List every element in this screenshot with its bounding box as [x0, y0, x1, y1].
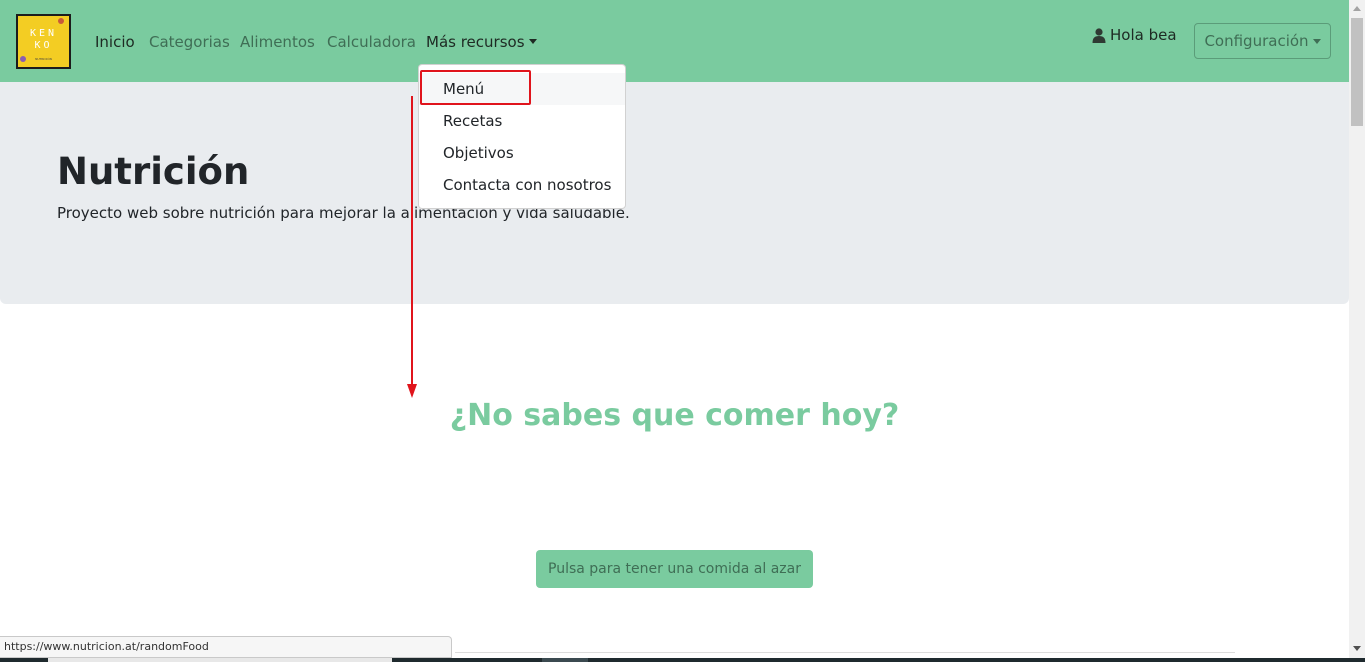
caret-down-icon [528, 39, 537, 44]
logo-flower-decoration [20, 56, 26, 62]
user-greeting[interactable]: Hola bea [1092, 26, 1177, 44]
random-food-button[interactable]: Pulsa para tener una comida al azar [536, 550, 813, 588]
taskbar-segment [542, 658, 588, 662]
dropdown-item-objetivos[interactable]: Objetivos [419, 137, 625, 169]
nav-link-categorias[interactable]: Categorias [149, 32, 230, 52]
logo-flower-decoration [58, 18, 64, 24]
logo-text: KEN KO [29, 28, 58, 51]
nav-link-calculadora[interactable]: Calculadora [327, 32, 416, 52]
status-bar-url: https://www.nutricion.at/randomFood [0, 636, 452, 658]
nav-link-inicio[interactable]: Inicio [95, 32, 135, 52]
configuracion-dropdown-button[interactable]: Configuración [1194, 23, 1331, 59]
top-navbar: KEN KO NUTRICIÓN Inicio Categorias Alime… [0, 0, 1349, 83]
mas-recursos-label: Más recursos [426, 33, 525, 51]
taskbar-segment [48, 658, 392, 662]
scroll-up-arrow-icon[interactable] [1353, 6, 1361, 11]
hero-jumbotron: Nutrición Proyecto web sobre nutrición p… [0, 82, 1349, 304]
vertical-scrollbar[interactable] [1349, 0, 1365, 658]
annotation-highlight-box [420, 70, 531, 105]
random-food-question: ¿No sabes que comer hoy? [449, 398, 900, 433]
kenko-logo[interactable]: KEN KO NUTRICIÓN [16, 14, 71, 69]
dropdown-item-recetas[interactable]: Recetas [419, 105, 625, 137]
scroll-down-arrow-icon[interactable] [1353, 646, 1361, 651]
user-greeting-text: Hola bea [1110, 26, 1177, 44]
nav-link-mas-recursos[interactable]: Más recursos [426, 32, 537, 52]
divider [455, 652, 1235, 653]
caret-down-icon [1312, 38, 1321, 44]
configuracion-label: Configuración [1204, 32, 1309, 50]
dropdown-item-contacta[interactable]: Contacta con nosotros [419, 169, 625, 201]
annotation-arrow-icon [407, 96, 417, 398]
user-icon [1092, 27, 1106, 43]
nav-link-alimentos[interactable]: Alimentos [240, 32, 315, 52]
scrollbar-thumb[interactable] [1351, 18, 1363, 126]
page-title: Nutrición [57, 150, 250, 193]
